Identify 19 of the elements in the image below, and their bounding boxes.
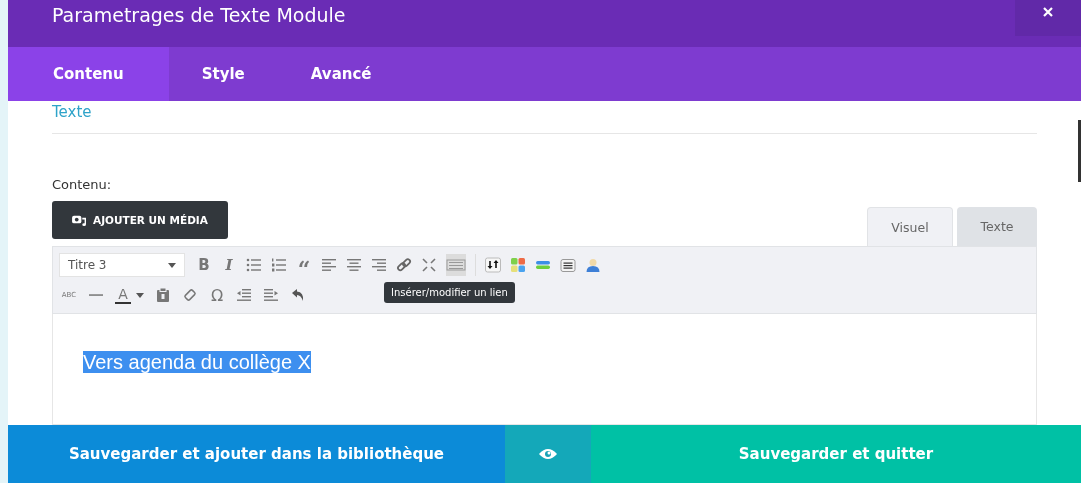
- text-color-button[interactable]: A: [115, 286, 131, 304]
- modal-title: Parametrages de Texte Module: [51, 3, 346, 26]
- editor-tab[interactable]: Texte: [957, 207, 1037, 246]
- quote-button[interactable]: “: [296, 254, 312, 276]
- section-heading: Texte: [52, 103, 93, 121]
- editor-text: Vers agenda du collège X: [83, 351, 311, 373]
- settings-tab[interactable]: Style: [168, 47, 278, 101]
- save-to-library-button[interactable]: Sauvegarder et ajouter dans la bibliothèque: [8, 425, 505, 483]
- save-and-quit-button[interactable]: Sauvegarder et quitter: [591, 425, 1081, 483]
- editor-tab[interactable]: Visuel: [867, 207, 953, 246]
- tooltip: Insérer/modifier un lien: [384, 282, 515, 303]
- format-select[interactable]: Titre 3: [59, 253, 185, 277]
- bold-button[interactable]: B: [196, 254, 212, 276]
- italic-button[interactable]: I: [221, 254, 237, 276]
- special-character-button[interactable]: Ω: [209, 284, 225, 306]
- settings-tab[interactable]: Avancé: [277, 47, 405, 101]
- settings-tab[interactable]: Contenu: [8, 47, 169, 101]
- add-media-button[interactable]: AJOUTER UN MÉDIA: [52, 201, 228, 239]
- field-label: Contenu:: [52, 177, 113, 192]
